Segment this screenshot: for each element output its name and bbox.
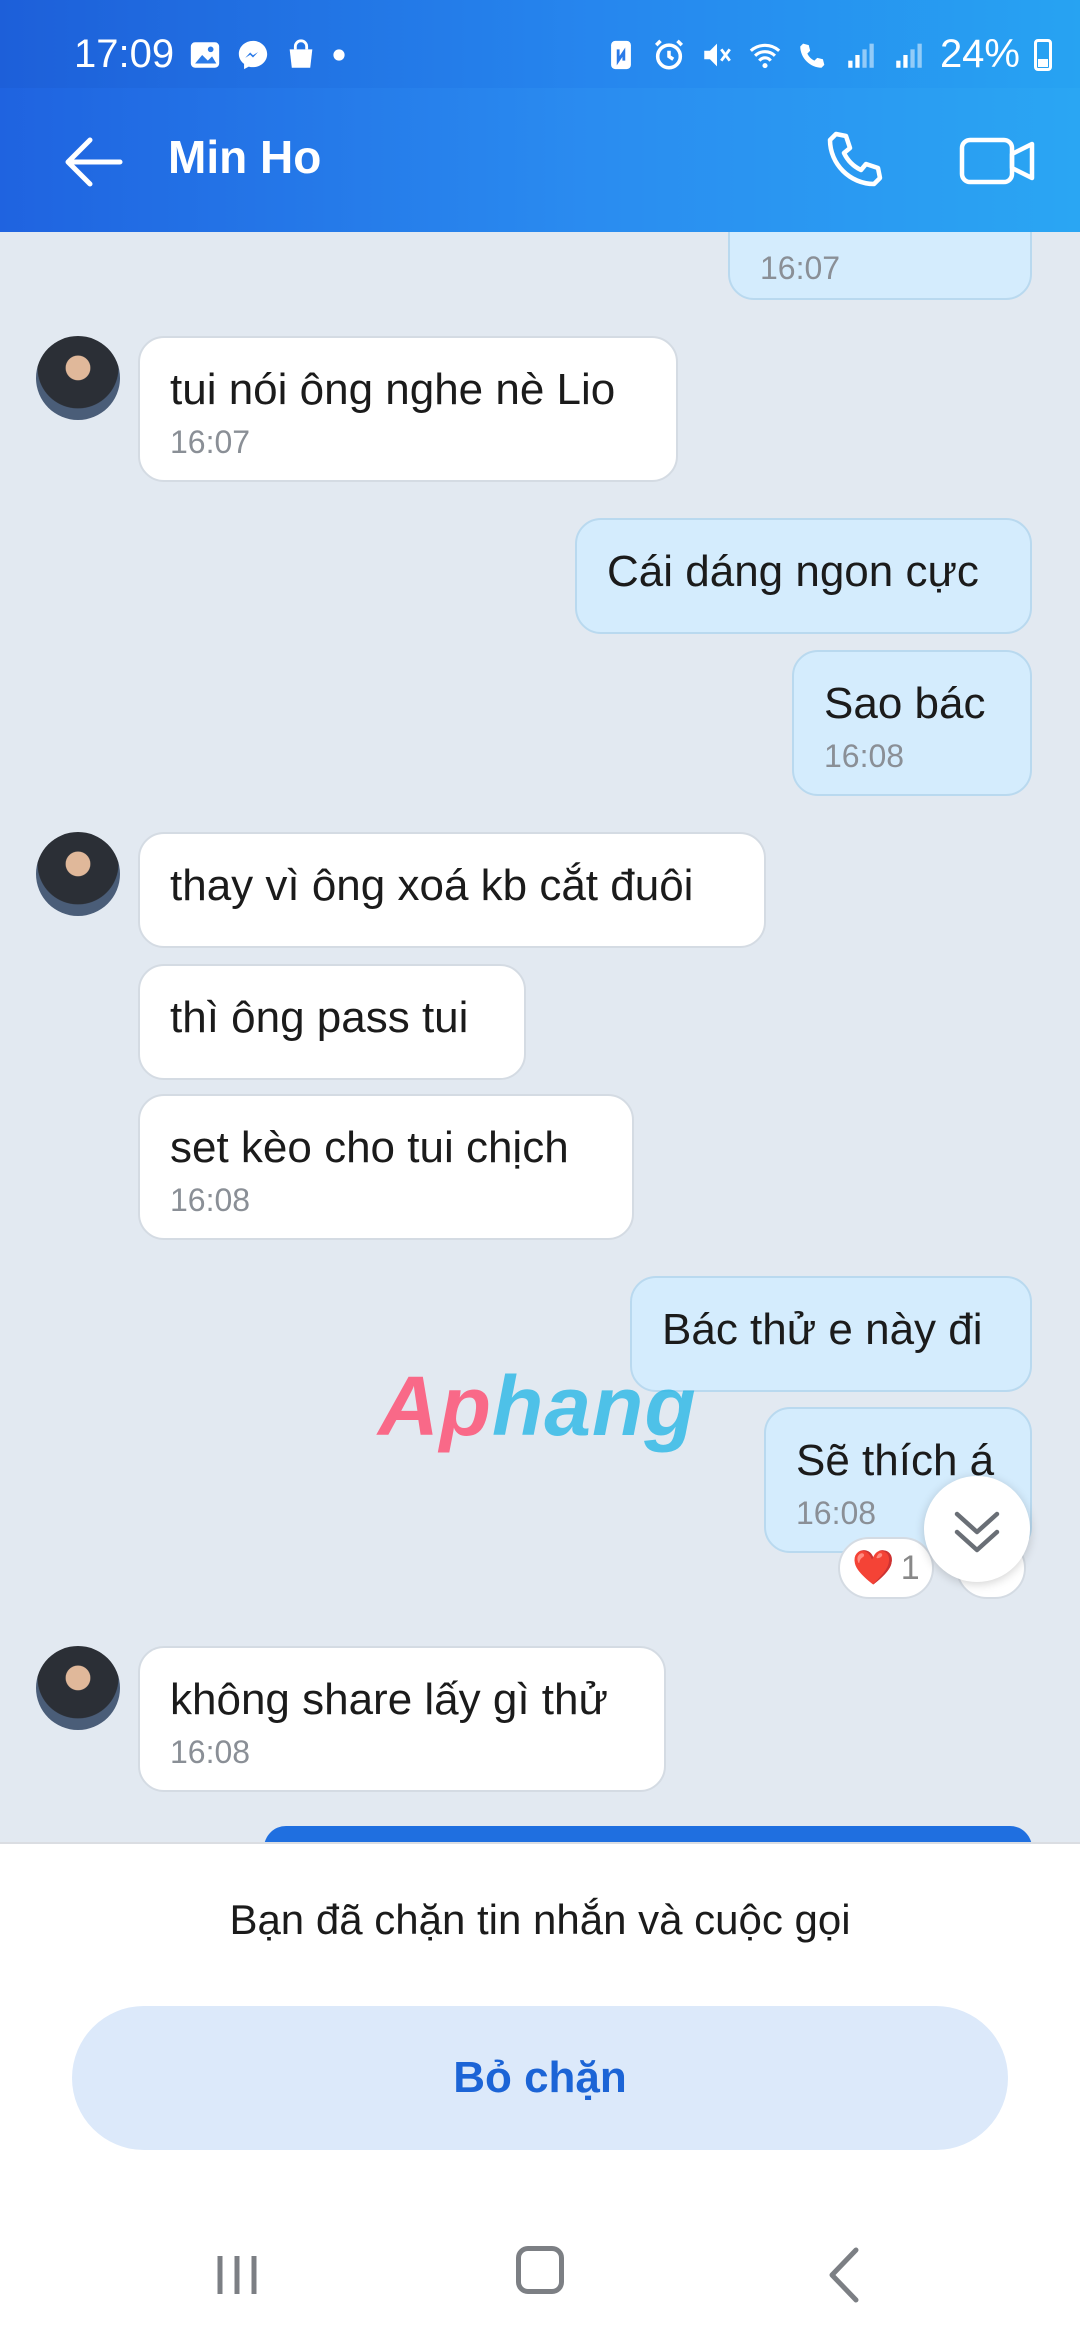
unblock-button[interactable]: Bỏ chặn — [72, 2006, 1008, 2150]
wifi-icon — [749, 43, 781, 68]
wifi-calling-icon — [800, 43, 825, 68]
signal-2-icon — [896, 43, 922, 68]
message-text: Sao bác — [824, 679, 986, 728]
alarm-icon — [654, 39, 683, 70]
system-icons: 24% — [604, 32, 1052, 77]
recent-apps-icon[interactable] — [212, 2252, 262, 2298]
message-text: Bác thử e này đi — [662, 1305, 983, 1354]
message-text: tui nói ông nghe nè Lio — [170, 365, 616, 414]
message-time: 16:08 — [170, 1182, 251, 1218]
message-text: thì ông pass tui — [170, 993, 469, 1042]
message-text: set kèo cho tui chịch — [170, 1123, 569, 1172]
contact-avatar[interactable] — [36, 336, 120, 420]
message-text: không share lấy gì thử — [170, 1675, 608, 1724]
message-bubble-outgoing[interactable]: Cái dáng ngon cực — [575, 518, 1032, 634]
reaction-badge[interactable]: ❤️ 1 — [838, 1537, 934, 1599]
message-time: 16:07 — [170, 424, 251, 460]
message-bubble-outgoing[interactable]: 16:07 — [728, 232, 1032, 300]
battery-icon — [1034, 38, 1052, 71]
nfc-icon — [611, 40, 631, 69]
message-time: 16:07 — [760, 250, 841, 286]
message-time: 16:08 — [824, 738, 905, 774]
dot-icon — [333, 49, 345, 61]
message-bubble-incoming[interactable]: thì ông pass tui — [138, 964, 526, 1080]
status-time: 17:09 — [74, 32, 175, 76]
message-bubble-incoming[interactable]: tui nói ông nghe nè Lio 16:07 — [138, 336, 678, 482]
blocked-panel: Bạn đã chặn tin nhắn và cuộc gọi Bỏ chặn — [0, 1842, 1080, 2342]
message-bubble-outgoing-partial[interactable] — [264, 1826, 1032, 1842]
contact-avatar[interactable] — [36, 832, 120, 916]
message-text: thay vì ông xoá kb cắt đuôi — [170, 861, 694, 910]
message-bubble-outgoing[interactable]: Sao bác 16:08 — [792, 650, 1032, 796]
nav-back-icon[interactable] — [824, 2246, 864, 2304]
contact-name[interactable]: Min Ho — [168, 130, 321, 184]
battery-percent: 24% — [939, 32, 1020, 76]
heart-icon: ❤️ — [852, 1549, 895, 1587]
chat-header: Min Ho — [0, 88, 1080, 232]
scroll-to-bottom-button[interactable] — [924, 1476, 1030, 1582]
message-text: Cái dáng ngon cực — [607, 547, 979, 596]
home-icon[interactable] — [516, 2246, 564, 2294]
video-call-icon[interactable] — [958, 124, 1038, 196]
back-arrow-icon[interactable] — [58, 126, 130, 198]
message-bubble-incoming[interactable]: không share lấy gì thử 16:08 — [138, 1646, 666, 1792]
gallery-icon — [190, 42, 220, 68]
notification-icons — [188, 38, 346, 72]
signal-icon — [848, 43, 874, 68]
message-bubble-incoming[interactable]: set kèo cho tui chịch 16:08 — [138, 1094, 634, 1240]
contact-avatar[interactable] — [36, 1646, 120, 1730]
mute-icon — [704, 43, 731, 66]
shopping-bag-icon — [289, 39, 313, 68]
double-chevron-down-icon — [954, 1511, 1000, 1553]
message-list[interactable]: 16:07 tui nói ông nghe nè Lio 16:07 Cái … — [0, 232, 1080, 1842]
reaction-count: 1 — [900, 1548, 920, 1587]
watermark-logo: Aphang — [378, 1359, 697, 1453]
blocked-notice: Bạn đã chặn tin nhắn và cuộc gọi — [229, 1896, 851, 1943]
status-bar: 17:09 24% — [0, 0, 1080, 88]
message-bubble-incoming[interactable]: thay vì ông xoá kb cắt đuôi — [138, 832, 766, 948]
messenger-icon — [238, 40, 268, 70]
system-nav-bar — [0, 2202, 1080, 2342]
phone-call-icon[interactable] — [818, 124, 890, 196]
message-time: 16:08 — [170, 1734, 251, 1770]
